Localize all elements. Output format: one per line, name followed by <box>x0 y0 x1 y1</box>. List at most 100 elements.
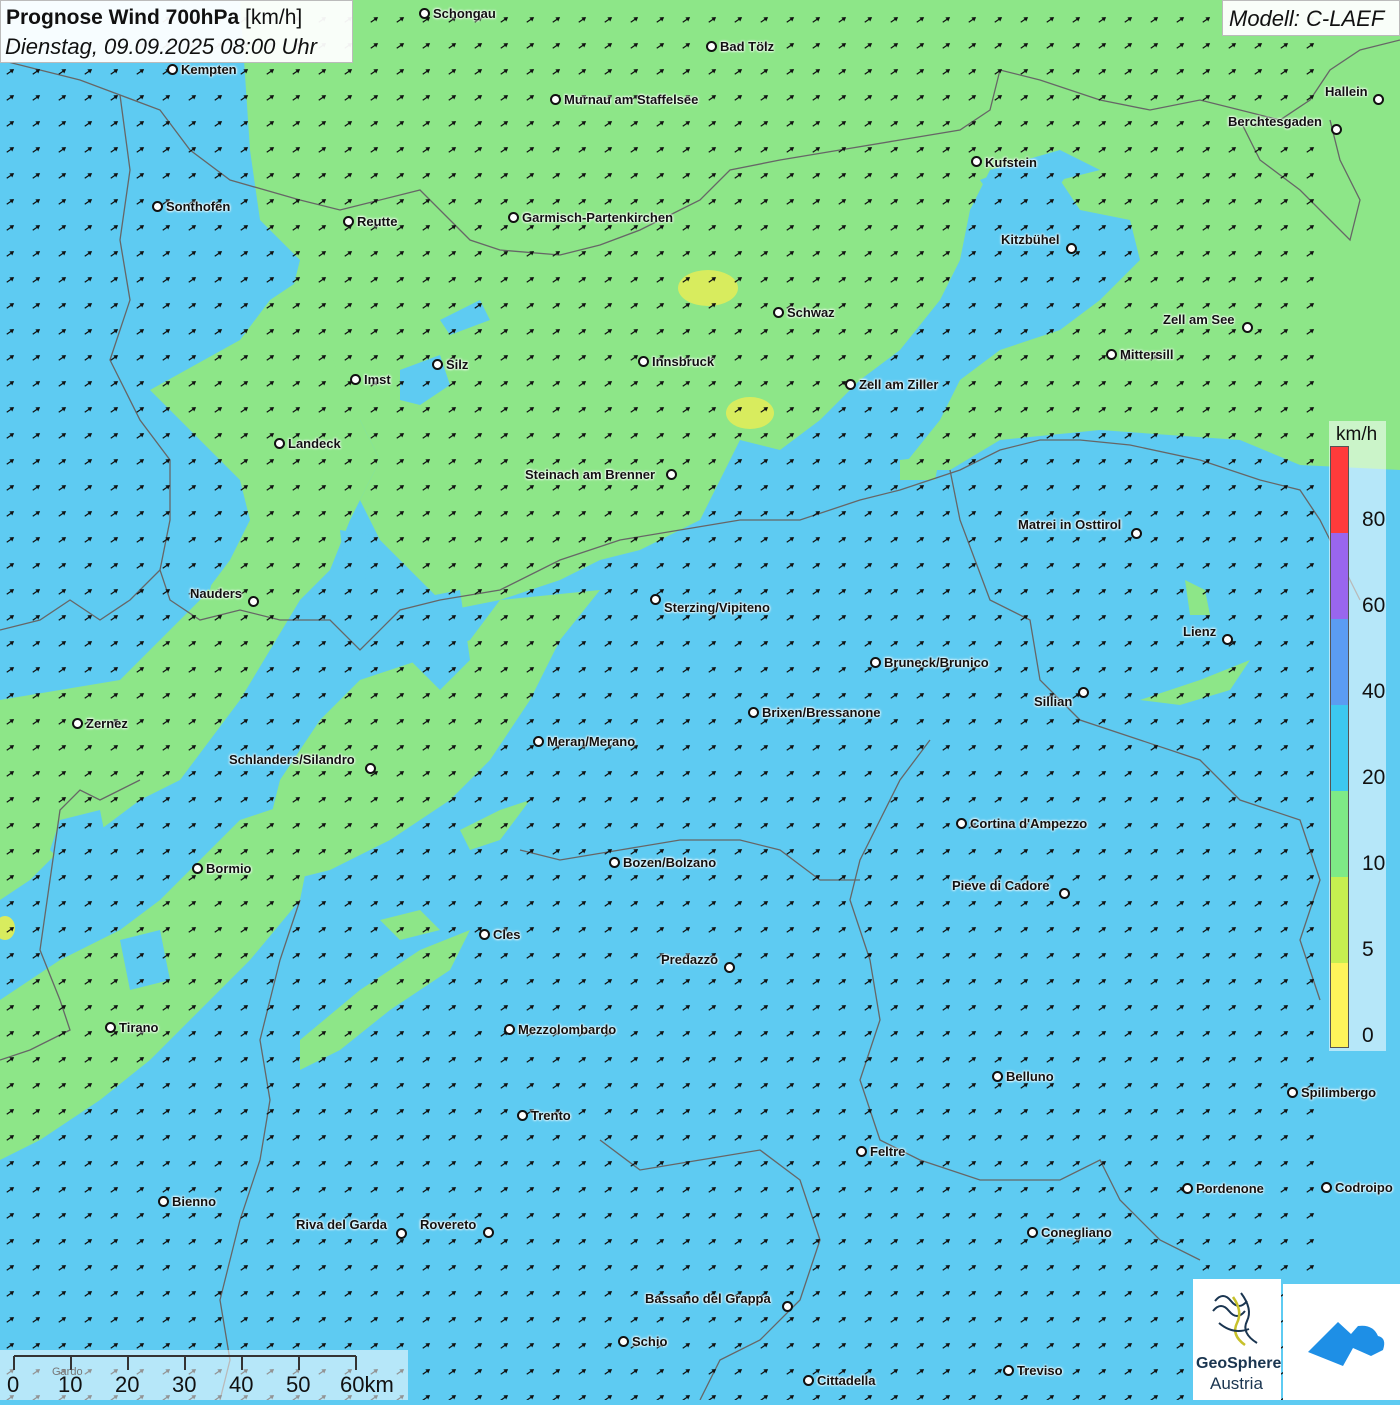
city-label: Sillian <box>1034 694 1072 709</box>
city-marker <box>870 657 881 668</box>
city-label: Matrei in Osttirol <box>1018 517 1121 532</box>
geosphere-emblem-icon <box>1193 1279 1281 1354</box>
legend-segment-0 <box>1331 963 1348 1047</box>
city-label: Reutte <box>357 214 397 229</box>
city-label: Belluno <box>1006 1069 1054 1084</box>
city-label: Spilimbergo <box>1301 1085 1376 1100</box>
city-label: Innsbruck <box>652 354 714 369</box>
legend-colorbar <box>1330 446 1349 1048</box>
legend-segment-60 <box>1331 533 1348 619</box>
city-label: Cittadella <box>817 1373 876 1388</box>
legend-tick-20: 20 <box>1362 766 1385 790</box>
city-marker <box>479 929 490 940</box>
legend-tick-10: 10 <box>1362 852 1385 876</box>
city-marker <box>274 438 285 449</box>
city-label: Lienz <box>1183 624 1216 639</box>
cloud-arrow-icon <box>1283 1284 1400 1400</box>
city-label: Zell am See <box>1163 312 1235 327</box>
city-label: Berchtesgaden <box>1228 114 1322 129</box>
city-label: Bormio <box>206 861 252 876</box>
city-label: Hallein <box>1325 84 1368 99</box>
city-label: Predazzo <box>661 952 718 967</box>
city-label: Steinach am Brenner <box>525 467 655 482</box>
city-marker <box>483 1227 494 1238</box>
city-marker <box>706 41 717 52</box>
legend-segment-80 <box>1331 447 1348 533</box>
city-marker <box>1242 322 1253 333</box>
geosphere-text: GeoSphere <box>1196 1355 1281 1373</box>
city-label: Pieve di Cadore <box>952 878 1050 893</box>
scale-label-40: 40 <box>229 1372 253 1398</box>
city-label: Nauders <box>190 586 242 601</box>
city-label: Kempten <box>181 62 237 77</box>
city-marker <box>773 307 784 318</box>
city-marker <box>508 212 519 223</box>
city-label: Bienno <box>172 1194 216 1209</box>
city-label: Cles <box>493 927 520 942</box>
geosphere-logo[interactable]: GeoSphere Austria <box>1193 1279 1281 1400</box>
city-marker <box>856 1146 867 1157</box>
city-marker <box>1078 687 1089 698</box>
city-marker <box>1321 1182 1332 1193</box>
city-label: Schwaz <box>787 305 835 320</box>
city-marker <box>1373 94 1384 105</box>
legend-tick-80: 80 <box>1362 508 1385 532</box>
city-marker <box>432 359 443 370</box>
city-marker <box>105 1022 116 1033</box>
city-marker <box>1182 1183 1193 1194</box>
scale-label-50: 50 <box>286 1372 310 1398</box>
city-marker <box>1106 349 1117 360</box>
city-marker <box>1027 1227 1038 1238</box>
partner-logo[interactable] <box>1283 1284 1400 1400</box>
city-marker <box>343 216 354 227</box>
city-label: Garmisch-Partenkirchen <box>522 210 673 225</box>
city-label: Mittersill <box>1120 347 1173 362</box>
city-marker <box>618 1336 629 1347</box>
scale-label-20: 20 <box>115 1372 139 1398</box>
title-panel: Prognose Wind 700hPa [km/h] Dienstag, 09… <box>0 0 353 63</box>
city-marker <box>609 857 620 868</box>
title-text: Prognose Wind 700hPa <box>6 6 239 29</box>
city-label: Schongau <box>433 6 496 21</box>
city-label: Rovereto <box>420 1217 476 1232</box>
model-panel: Modell: C-LAEF <box>1222 0 1400 36</box>
legend-tick-0: 0 <box>1362 1024 1374 1048</box>
scale-label-0: 0 <box>7 1372 19 1398</box>
city-marker <box>1331 124 1342 135</box>
scale-bar: 0 10 20 30 40 50 60km Gardo <box>0 1350 408 1400</box>
city-marker <box>782 1301 793 1312</box>
city-marker <box>724 962 735 973</box>
city-label: Kufstein <box>985 155 1037 170</box>
city-marker <box>396 1228 407 1239</box>
city-label: Sonthofen <box>166 199 230 214</box>
city-marker <box>517 1110 528 1121</box>
city-label: Schio <box>632 1334 667 1349</box>
city-label: Treviso <box>1017 1363 1063 1378</box>
city-label: Bruneck/Brunico <box>884 655 989 670</box>
city-marker <box>1059 888 1070 899</box>
city-label: Silz <box>446 357 468 372</box>
title-unit: [km/h] <box>245 6 302 29</box>
city-label: Cortina d'Ampezzo <box>970 816 1087 831</box>
city-marker <box>638 356 649 367</box>
city-label: Bassano del Grappa <box>645 1291 771 1306</box>
city-label: Tirano <box>119 1020 159 1035</box>
city-marker <box>650 594 661 605</box>
city-label: Pordenone <box>1196 1181 1264 1196</box>
city-label: Zernez <box>86 716 128 731</box>
city-label: Bozen/Bolzano <box>623 855 716 870</box>
city-label: Imst <box>364 372 391 387</box>
scale-label-30: 30 <box>172 1372 196 1398</box>
legend-tick-60: 60 <box>1362 594 1385 618</box>
city-label: Kitzbühel <box>1001 232 1060 247</box>
city-marker <box>350 374 361 385</box>
legend-segment-40 <box>1331 619 1348 705</box>
city-label: Landeck <box>288 436 341 451</box>
city-label: Brixen/Bressanone <box>762 705 881 720</box>
forecast-datetime: Dienstag, 09.09.2025 08:00 Uhr <box>5 34 317 60</box>
city-marker <box>152 201 163 212</box>
city-label: Conegliano <box>1041 1225 1112 1240</box>
city-marker <box>533 736 544 747</box>
legend-unit: km/h <box>1336 424 1377 446</box>
city-marker <box>666 469 677 480</box>
